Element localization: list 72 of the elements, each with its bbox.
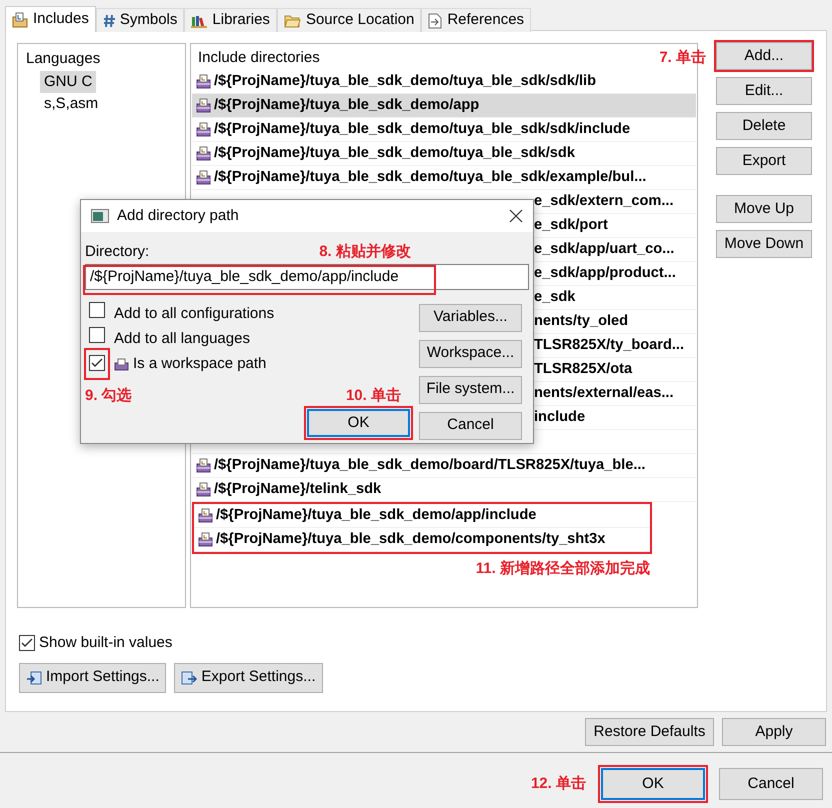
annotation-note: 11. 新增路径全部添加完成 [474,559,651,579]
settings-button[interactable]: Import Settings... [19,662,166,692]
dialog-button[interactable]: OK [307,409,410,437]
checkbox[interactable] [89,354,105,371]
include-row[interactable]: /${ProjName}/tuya_ble_sdk_demo/tuya_ble_sdk/sdk [192,142,696,166]
dialog-button[interactable]: Cancel [419,412,522,440]
checkbox[interactable] [89,327,105,344]
checkbox-label: Is a workspace path [133,354,266,374]
include-folder-icon [198,508,213,523]
tab[interactable]: Libraries [184,8,277,32]
annotation-note: 7. 单击 [659,48,706,68]
action-button[interactable]: Move Up [716,195,812,223]
checkmark-icon [21,638,33,648]
annotation-note: 9. 勾选 [85,386,132,406]
action-button[interactable]: Delete [716,112,812,140]
tab[interactable]: Symbols [96,8,184,32]
tab[interactable]: Source Location [276,8,422,32]
include-folder-icon [198,532,213,547]
include-row[interactable]: /${ProjName}/tuya_ble_sdk_demo/components/ty_sht3x [194,528,650,552]
include-row[interactable]: /${ProjName}/tuya_ble_sdk_demo/app [192,94,696,118]
action-button[interactable]: Export [716,147,812,175]
footer-button[interactable]: Restore Defaults [585,718,714,746]
include-folder-icon [196,170,211,185]
settings-button[interactable]: Export Settings... [174,662,323,692]
checkbox-label: Show built-in values [39,633,172,653]
checkbox[interactable] [89,302,105,318]
close-icon [509,209,523,223]
include-folder-icon [196,146,211,161]
include-row[interactable]: /${ProjName}/tuya_ble_sdk_demo/tuya_ble_sdk/sdk/include [192,118,696,142]
checkbox-label: Add to all languages [114,328,250,349]
annotation-note: 8. 粘贴并修改 [319,242,411,262]
window-title: Add directory path [117,206,240,226]
tab[interactable]: References [421,8,532,32]
action-button[interactable]: Move Down [716,230,812,258]
dialog-button[interactable]: Workspace... [419,340,522,368]
language-item[interactable]: GNU C [40,70,96,93]
include-row[interactable]: /${ProjName}/tuya_ble_sdk_demo/board/TLSR825X/tuya_ble... [192,454,696,478]
include-folder-icon [114,358,129,370]
panel-heading: Languages [26,49,102,69]
include-folder-icon [196,482,211,497]
field-label: Directory: [85,242,150,262]
import-icon [26,670,42,686]
include-folder-icon [12,12,28,28]
dialog-button[interactable]: Add... [716,42,812,70]
list-heading: Include directories [198,49,320,66]
footer-button[interactable]: Apply [722,718,826,746]
include-row[interactable]: /${ProjName}/telink_sdk [192,478,696,502]
include-folder-icon [196,98,211,113]
hash-icon [102,14,115,28]
window-icon [91,209,109,223]
directory-field[interactable]: /${ProjName}/tuya_ble_sdk_demo/app/include [85,264,529,290]
dialog-button[interactable]: File system... [419,376,522,404]
include-folder-icon [196,74,211,89]
annotation-note: 10. 单击 [346,386,401,406]
checkbox-label: Add to all configurations [114,304,274,324]
checkmark-icon [91,358,103,368]
dialog-button[interactable]: Edit... [716,77,812,105]
books-icon [191,14,208,28]
tab[interactable]: Includes [5,6,96,32]
annotation-note: 12. 单击 [530,774,586,794]
dialog-button[interactable]: Variables... [419,304,522,332]
checkbox[interactable] [19,635,35,652]
include-row[interactable]: /${ProjName}/tuya_ble_sdk_demo/tuya_ble_sdk/example/bul... [192,166,696,190]
language-item[interactable]: s,S,asm [40,93,102,116]
document-arrow-icon [428,12,442,28]
include-folder-icon [196,122,211,137]
include-row[interactable]: /${ProjName}/tuya_ble_sdk_demo/app/include [194,504,650,528]
export-icon [181,670,198,686]
dialog-button[interactable]: Cancel [719,768,823,800]
folder-icon [284,14,301,28]
include-folder-icon [196,458,211,473]
dialog-button[interactable]: OK [601,768,705,800]
